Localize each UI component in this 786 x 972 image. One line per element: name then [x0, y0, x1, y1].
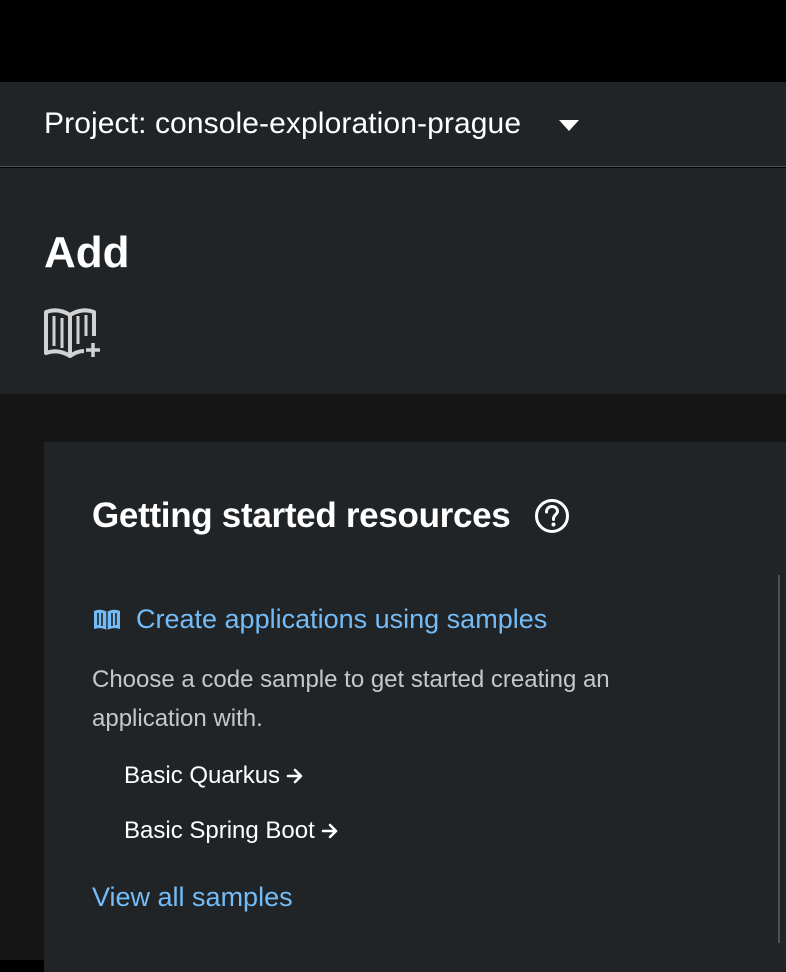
book-open-icon [94, 609, 120, 630]
resource-link-row[interactable]: Create applications using samples [92, 604, 547, 635]
arrow-right-icon [321, 823, 338, 839]
page-header: Add [0, 168, 786, 394]
help-circle-icon[interactable] [534, 498, 570, 534]
content-area: Getting started resources Create applica… [0, 394, 786, 972]
arrow-right-icon [286, 768, 303, 784]
sample-link-basic-quarkus[interactable]: Basic Quarkus [124, 762, 304, 790]
sample-label: Basic Quarkus [124, 762, 281, 789]
caret-down-icon [559, 119, 580, 131]
view-all-samples-link[interactable]: View all samples [92, 882, 293, 913]
project-selector-label: Project: console-exploration-prague [44, 107, 522, 140]
book-add-icon [44, 308, 100, 358]
card-scrollbar[interactable] [778, 575, 780, 943]
resource-description: Choose a code sample to get started crea… [92, 666, 610, 732]
sample-link-basic-spring-boot[interactable]: Basic Spring Boot [124, 817, 339, 845]
project-bar: Project: console-exploration-prague [0, 82, 786, 167]
getting-started-card: Getting started resources Create applica… [44, 442, 786, 972]
masthead [0, 0, 786, 82]
card-title: Getting started resources [92, 496, 511, 535]
page-title: Add [44, 228, 130, 277]
project-selector-dropdown[interactable]: Project: console-exploration-prague [44, 107, 580, 141]
card-header: Getting started resources [92, 496, 570, 536]
create-applications-link[interactable]: Create applications using samples [136, 604, 547, 635]
sample-label: Basic Spring Boot [124, 817, 315, 844]
